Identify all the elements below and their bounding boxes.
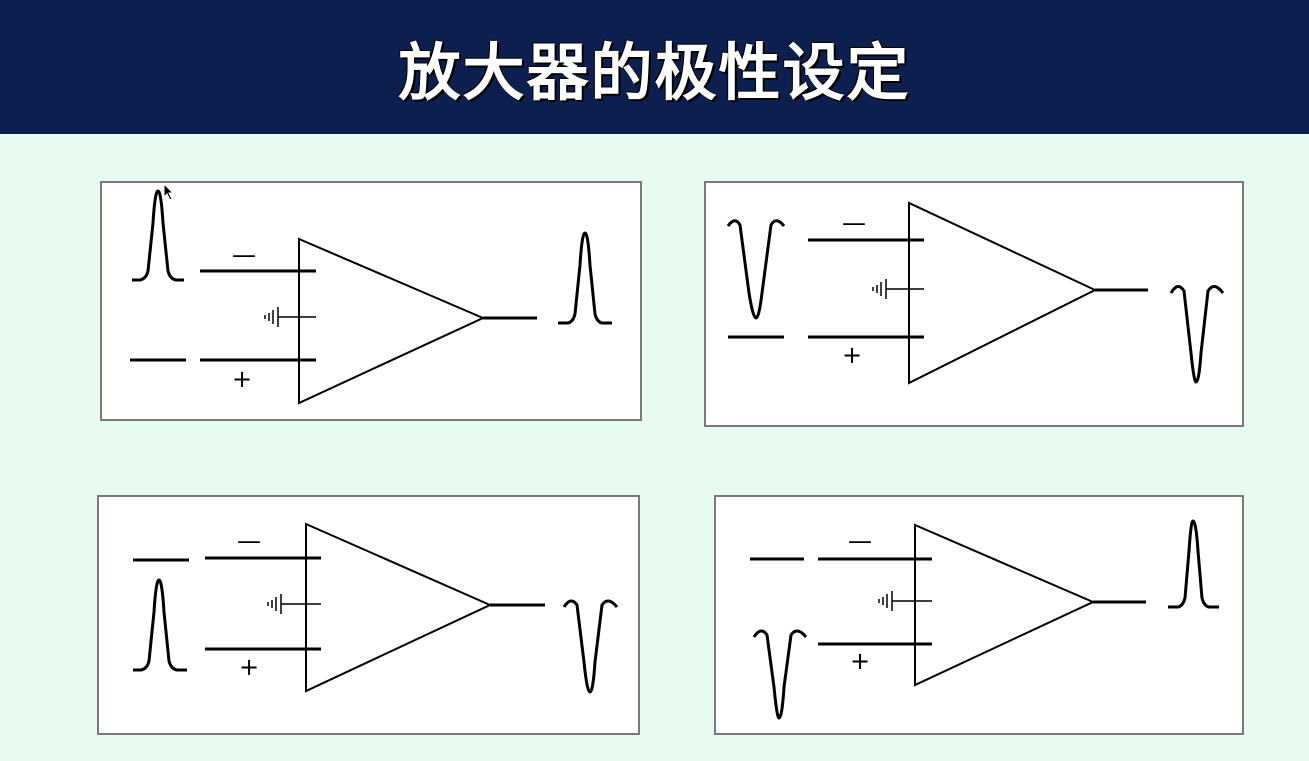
plus-sign: + [842, 341, 862, 369]
amplifier-triangle [908, 201, 1098, 385]
amplifier-panel-3: — + [97, 495, 640, 735]
page-title: 放大器的极性设定 [398, 36, 911, 109]
output-signal-negative-pulse [1169, 285, 1225, 384]
mouse-cursor-icon [163, 183, 175, 201]
amplifier-triangle [914, 523, 1096, 687]
amplifier-diagram-3: — + [133, 522, 619, 694]
amplifier-panel-2: — + [704, 181, 1244, 427]
plus-sign: + [850, 647, 870, 675]
plus-input-signal-positive-pulse [133, 578, 187, 672]
minus-sign: — [842, 209, 866, 237]
output-signal-negative-pulse [562, 599, 619, 694]
minus-input-signal-negative-pulse [726, 219, 786, 320]
plus-sign: + [239, 653, 259, 681]
amplifier-diagram-4: — + [750, 519, 1219, 720]
minus-sign: — [232, 241, 256, 269]
amplifier-triangle [298, 237, 486, 405]
plus-sign: + [232, 365, 252, 393]
ground-icon [264, 307, 316, 327]
amplifier-diagram-2: — + [726, 201, 1225, 385]
amplifier-triangle [305, 522, 493, 693]
output-signal-positive-pulse [558, 231, 612, 325]
output-signal-positive-pulse [1168, 519, 1219, 609]
ground-icon [267, 594, 321, 614]
plus-input-signal-negative-pulse [752, 629, 808, 720]
minus-sign: — [237, 527, 261, 555]
amplifier-panel-1: — + [100, 181, 642, 421]
title-bar: 放大器的极性设定 [0, 0, 1309, 134]
amplifier-panel-4: — + [714, 495, 1244, 735]
amplifier-diagram-1: — + [130, 189, 612, 405]
minus-sign: — [848, 527, 872, 555]
minus-input-signal-positive-pulse [132, 189, 184, 282]
ground-icon [878, 591, 932, 611]
ground-icon [872, 279, 924, 299]
